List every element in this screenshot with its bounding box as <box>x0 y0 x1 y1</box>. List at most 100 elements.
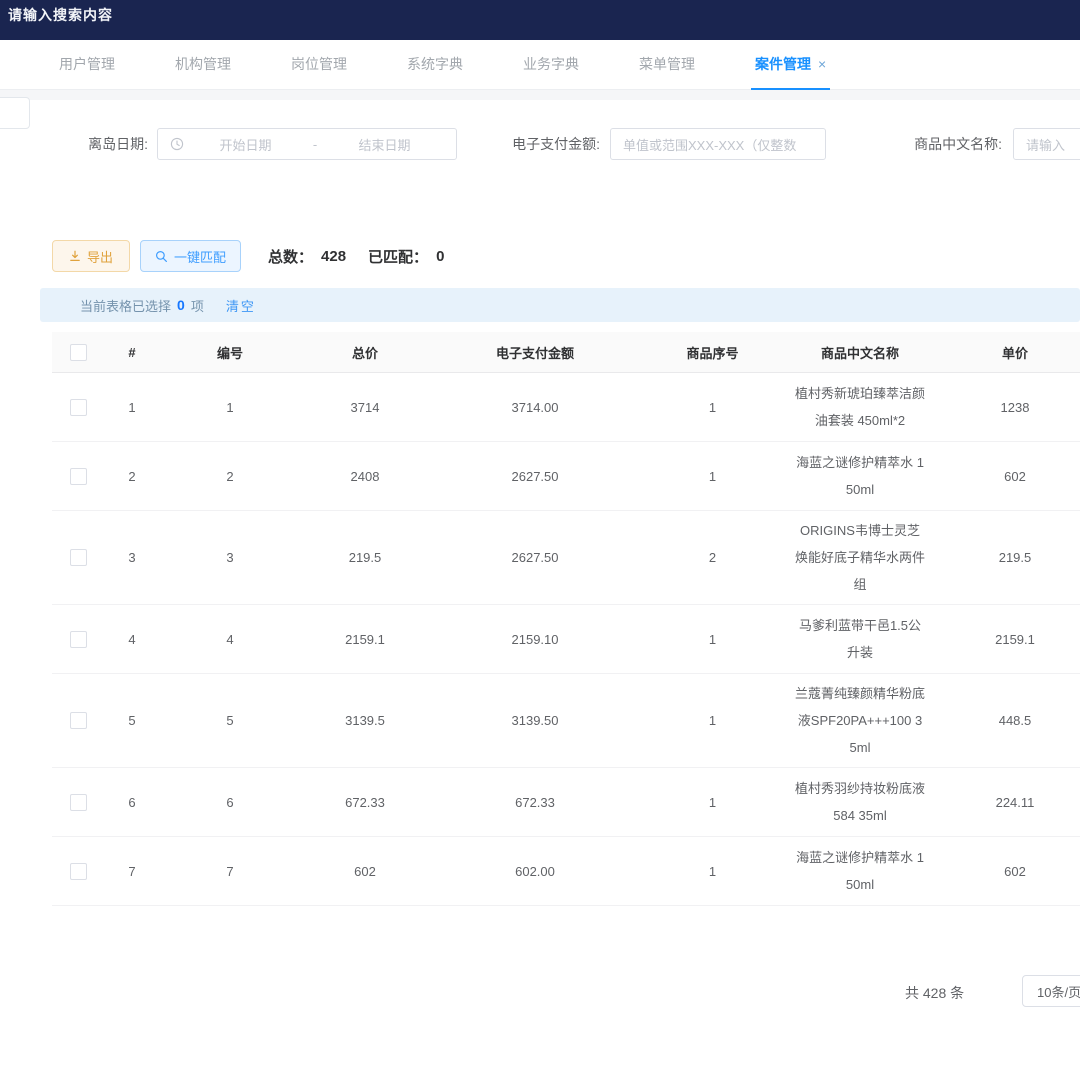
cell-code: 4 <box>160 605 300 673</box>
cell-index: 6 <box>104 768 160 836</box>
depart-date-label: 离岛日期: <box>60 134 148 154</box>
col-header-index[interactable]: # <box>104 332 160 372</box>
cell-product-name: ORIGINS韦博士灵芝焕能好底子精华水两件组 <box>785 511 935 604</box>
cell-index: 4 <box>104 605 160 673</box>
row-checkbox[interactable] <box>70 468 87 485</box>
cases-table: # 编号 总价 电子支付金额 商品序号 商品中文名称 单价 1 1 3714 3… <box>52 332 1080 906</box>
row-select-cell[interactable] <box>52 511 104 604</box>
table-row[interactable]: 1 1 3714 3714.00 1 植村秀新琥珀臻萃洁颜油套装 450ml*2… <box>52 373 1080 442</box>
page-size-value: 10条/页 <box>1037 982 1080 1001</box>
cell-unit-price: 2159.1 <box>935 605 1080 673</box>
cell-code: 3 <box>160 511 300 604</box>
select-all-checkbox[interactable] <box>70 344 87 361</box>
cell-index: 3 <box>104 511 160 604</box>
col-header-name[interactable]: 商品中文名称 <box>785 332 935 372</box>
cell-epay-amount: 2159.10 <box>430 605 640 673</box>
clear-selection-link[interactable]: 清空 <box>226 296 256 315</box>
cell-product-name: 海蓝之谜修护精萃水 150ml <box>785 442 935 510</box>
cell-total-price: 2159.1 <box>300 605 430 673</box>
total-value: 428 <box>321 248 346 265</box>
col-header-unit[interactable]: 单价 <box>935 332 1080 372</box>
matched-value: 0 <box>436 248 444 265</box>
cell-epay-amount: 3139.50 <box>430 674 640 767</box>
selection-prefix: 当前表格已选择 <box>80 296 171 315</box>
row-checkbox[interactable] <box>70 794 87 811</box>
cell-code: 6 <box>160 768 300 836</box>
tab-bar-divider <box>0 90 1080 100</box>
tab-case-management[interactable]: 案件管理 × <box>751 40 830 90</box>
cell-product-seq: 1 <box>640 768 785 836</box>
cell-product-seq: 1 <box>640 837 785 905</box>
col-header-code[interactable]: 编号 <box>160 332 300 372</box>
cell-epay-amount: 602.00 <box>430 837 640 905</box>
cell-product-name: 马爹利蓝带干邑1.5公升装 <box>785 605 935 673</box>
table-row[interactable]: 6 6 672.33 672.33 1 植村秀羽纱持妆粉底液 584 35ml … <box>52 768 1080 837</box>
cell-index: 2 <box>104 442 160 510</box>
download-icon <box>69 250 81 262</box>
row-checkbox[interactable] <box>70 712 87 729</box>
cell-product-seq: 1 <box>640 605 785 673</box>
cell-product-name: 海蓝之谜修护精萃水 150ml <box>785 837 935 905</box>
depart-date-range-input[interactable]: 开始日期 - 结束日期 <box>157 128 457 160</box>
date-separator: - <box>305 137 325 152</box>
tab-bar: 用户管理 机构管理 岗位管理 系统字典 业务字典 菜单管理 案件管理 × <box>0 40 1080 90</box>
tab-menu-management[interactable]: 菜单管理 <box>635 40 699 90</box>
table-body: 1 1 3714 3714.00 1 植村秀新琥珀臻萃洁颜油套装 450ml*2… <box>52 373 1080 906</box>
tab-system-dict[interactable]: 系统字典 <box>403 40 467 90</box>
page-size-select[interactable]: 10条/页 <box>1022 975 1080 1007</box>
cell-product-seq: 2 <box>640 511 785 604</box>
row-select-cell[interactable] <box>52 442 104 510</box>
table-row[interactable]: 3 3 219.5 2627.50 2 ORIGINS韦博士灵芝焕能好底子精华水… <box>52 511 1080 605</box>
end-date-placeholder: 结束日期 <box>325 135 444 154</box>
cell-total-price: 602 <box>300 837 430 905</box>
col-header-epay[interactable]: 电子支付金额 <box>430 332 640 372</box>
selection-suffix: 项 <box>191 296 204 315</box>
row-select-cell[interactable] <box>52 768 104 836</box>
tab-user-management[interactable]: 用户管理 <box>55 40 119 90</box>
pagination-total: 共 428 条 <box>905 983 964 1003</box>
row-checkbox[interactable] <box>70 631 87 648</box>
cell-total-price: 219.5 <box>300 511 430 604</box>
epay-amount-label: 电子支付金额: <box>486 134 600 154</box>
cell-unit-price: 448.5 <box>935 674 1080 767</box>
row-select-cell[interactable] <box>52 674 104 767</box>
export-button[interactable]: 导出 <box>52 240 130 272</box>
cell-index: 5 <box>104 674 160 767</box>
cell-product-name: 植村秀新琥珀臻萃洁颜油套装 450ml*2 <box>785 373 935 441</box>
cell-unit-price: 1238 <box>935 373 1080 441</box>
row-select-cell[interactable] <box>52 373 104 441</box>
table-row[interactable]: 7 7 602 602.00 1 海蓝之谜修护精萃水 150ml 602 <box>52 837 1080 906</box>
global-search-input[interactable]: 请输入搜索内容 <box>8 5 113 25</box>
tab-org-management[interactable]: 机构管理 <box>171 40 235 90</box>
one-click-match-button[interactable]: 一键匹配 <box>140 240 241 272</box>
table-row[interactable]: 2 2 2408 2627.50 1 海蓝之谜修护精萃水 150ml 602 <box>52 442 1080 511</box>
row-checkbox[interactable] <box>70 549 87 566</box>
cell-total-price: 2408 <box>300 442 430 510</box>
table-row[interactable]: 5 5 3139.5 3139.50 1 兰蔻菁纯臻颜精华粉底液SPF20PA+… <box>52 674 1080 768</box>
cell-product-seq: 1 <box>640 674 785 767</box>
cell-epay-amount: 2627.50 <box>430 442 640 510</box>
cell-code: 2 <box>160 442 300 510</box>
row-select-cell[interactable] <box>52 837 104 905</box>
product-name-placeholder: 请输入 <box>1026 135 1065 154</box>
col-header-seq[interactable]: 商品序号 <box>640 332 785 372</box>
epay-amount-input[interactable]: 单值或范围XXX-XXX（仅整数 <box>610 128 826 160</box>
row-checkbox[interactable] <box>70 399 87 416</box>
start-date-placeholder: 开始日期 <box>186 135 305 154</box>
selection-count: 0 <box>177 297 185 313</box>
clock-icon <box>170 137 184 151</box>
col-header-total[interactable]: 总价 <box>300 332 430 372</box>
table-row[interactable]: 4 4 2159.1 2159.10 1 马爹利蓝带干邑1.5公升装 2159.… <box>52 605 1080 674</box>
cell-code: 1 <box>160 373 300 441</box>
cell-code: 7 <box>160 837 300 905</box>
tab-post-management[interactable]: 岗位管理 <box>287 40 351 90</box>
select-all-cell[interactable] <box>52 332 104 372</box>
product-name-input[interactable]: 请输入 <box>1013 128 1080 160</box>
tab-close-icon[interactable]: × <box>818 57 826 71</box>
row-checkbox[interactable] <box>70 863 87 880</box>
cell-product-name: 植村秀羽纱持妆粉底液 584 35ml <box>785 768 935 836</box>
cell-index: 7 <box>104 837 160 905</box>
cell-code: 5 <box>160 674 300 767</box>
tab-business-dict[interactable]: 业务字典 <box>519 40 583 90</box>
row-select-cell[interactable] <box>52 605 104 673</box>
